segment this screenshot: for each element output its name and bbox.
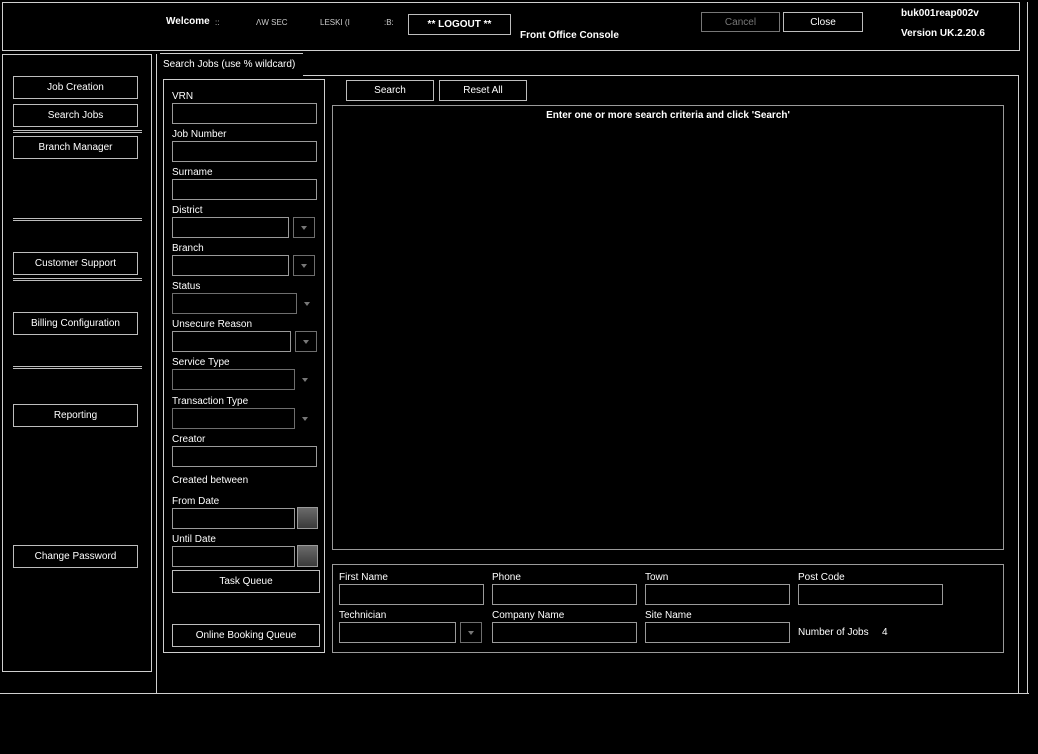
logout-button[interactable]: ** LOGOUT ** xyxy=(408,14,511,35)
technician-dropdown-button[interactable] xyxy=(460,622,482,643)
chevron-down-icon xyxy=(301,263,307,268)
phone-input[interactable] xyxy=(492,584,637,605)
company-name-input[interactable] xyxy=(492,622,637,643)
site-name-input[interactable] xyxy=(645,622,790,643)
vrn-label: VRN xyxy=(172,91,194,102)
transaction-type-dropdown-button[interactable] xyxy=(294,408,315,429)
service-type-dropdown-button[interactable] xyxy=(294,369,315,390)
online-booking-queue-button[interactable]: Online Booking Queue xyxy=(172,624,320,647)
first-name-label: First Name xyxy=(339,572,388,583)
results-message: Enter one or more search criteria and cl… xyxy=(546,110,790,121)
surname-label: Surname xyxy=(172,167,213,178)
company-name-label: Company Name xyxy=(492,610,565,621)
sidebar-divider xyxy=(13,218,142,221)
status-dropdown-button[interactable] xyxy=(296,293,317,314)
sidebar-item-customer-support[interactable]: Customer Support xyxy=(13,252,138,275)
sidebar-divider xyxy=(13,366,142,369)
sidebar-item-job-creation[interactable]: Job Creation xyxy=(13,76,138,99)
user-fragment-4: :B: xyxy=(384,18,394,27)
unsecure-reason-select[interactable] xyxy=(172,331,291,352)
sidebar-item-change-password[interactable]: Change Password xyxy=(13,545,138,568)
unsecure-reason-label: Unsecure Reason xyxy=(172,319,253,330)
host-name: buk001reap002v xyxy=(901,8,979,19)
status-label: Status xyxy=(172,281,201,292)
creator-input[interactable] xyxy=(172,446,317,467)
district-label: District xyxy=(172,205,203,216)
version-text: Version UK.2.20.6 xyxy=(901,28,985,39)
sidebar-divider xyxy=(13,130,142,133)
branch-label: Branch xyxy=(172,243,204,254)
sidebar-item-billing-configuration[interactable]: Billing Configuration xyxy=(13,312,138,335)
district-select[interactable] xyxy=(172,217,289,238)
branch-select[interactable] xyxy=(172,255,289,276)
district-dropdown-button[interactable] xyxy=(293,217,315,238)
calendar-icon[interactable] xyxy=(297,507,318,529)
header-bar xyxy=(2,2,1020,51)
service-type-label: Service Type xyxy=(172,357,230,368)
branch-dropdown-button[interactable] xyxy=(293,255,315,276)
chevron-down-icon xyxy=(304,301,310,306)
transaction-type-label: Transaction Type xyxy=(172,396,249,407)
town-label: Town xyxy=(645,572,669,583)
task-queue-button[interactable]: Task Queue xyxy=(172,570,320,593)
technician-label: Technician xyxy=(339,610,387,621)
number-of-jobs-label: Number of Jobs xyxy=(798,627,869,638)
search-button[interactable]: Search xyxy=(346,80,434,101)
unsecure-reason-dropdown-button[interactable] xyxy=(295,331,317,352)
welcome-text: Welcome xyxy=(166,16,210,27)
cancel-button[interactable]: Cancel xyxy=(701,12,780,32)
job-number-input[interactable] xyxy=(172,141,317,162)
until-date-label: Until Date xyxy=(172,534,216,545)
town-input[interactable] xyxy=(645,584,790,605)
calendar-icon[interactable] xyxy=(297,545,318,567)
phone-label: Phone xyxy=(492,572,521,583)
chevron-down-icon xyxy=(302,377,308,382)
number-of-jobs-value: 4 xyxy=(882,627,888,638)
surname-input[interactable] xyxy=(172,179,317,200)
user-fragment-3: LESKI (I xyxy=(320,18,350,27)
from-date-input[interactable] xyxy=(172,508,295,529)
chevron-down-icon xyxy=(301,225,307,230)
console-title: Front Office Console xyxy=(520,30,619,41)
site-name-label: Site Name xyxy=(645,610,692,621)
sidebar-divider xyxy=(13,278,142,281)
reset-all-button[interactable]: Reset All xyxy=(439,80,527,101)
until-date-input[interactable] xyxy=(172,546,295,567)
from-date-label: From Date xyxy=(172,496,220,507)
outer-right-edge xyxy=(1027,2,1028,694)
chevron-down-icon xyxy=(303,339,309,344)
user-fragment-2: ΛW SEC xyxy=(256,18,288,27)
first-name-input[interactable] xyxy=(339,584,484,605)
creator-label: Creator xyxy=(172,434,206,445)
job-number-label: Job Number xyxy=(172,129,227,140)
close-button[interactable]: Close xyxy=(783,12,863,32)
chevron-down-icon xyxy=(302,416,308,421)
main-frame-left-edge xyxy=(156,54,157,694)
user-fragment-1: :: xyxy=(215,18,220,27)
results-panel: Enter one or more search criteria and cl… xyxy=(332,105,1004,550)
sidebar-item-branch-manager[interactable]: Branch Manager xyxy=(13,136,138,159)
post-code-label: Post Code xyxy=(798,572,845,583)
vrn-input[interactable] xyxy=(172,103,317,124)
created-between-label: Created between xyxy=(172,475,249,486)
technician-select[interactable] xyxy=(339,622,456,643)
main-frame-right-edge xyxy=(1018,76,1019,694)
tab-underline xyxy=(303,75,1019,76)
search-tab[interactable]: Search Jobs (use % wildcard) xyxy=(160,53,303,73)
sidebar-item-search-jobs[interactable]: Search Jobs xyxy=(13,104,138,127)
sidebar-item-reporting[interactable]: Reporting xyxy=(13,404,138,427)
chevron-down-icon xyxy=(468,630,474,635)
main-frame-bottom-edge xyxy=(0,693,1029,694)
post-code-input[interactable] xyxy=(798,584,943,605)
search-tab-label: Search Jobs (use % wildcard) xyxy=(163,59,296,70)
